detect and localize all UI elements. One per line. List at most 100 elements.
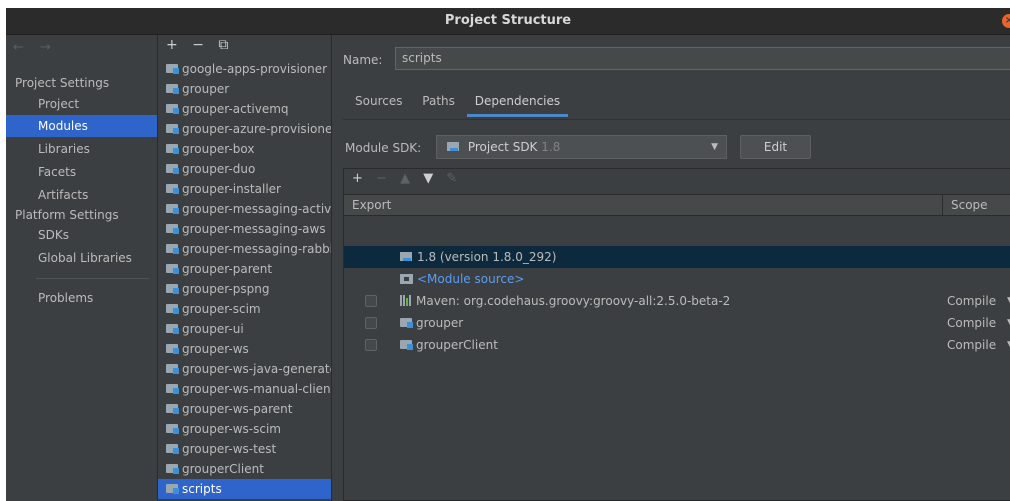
scope-dropdown[interactable]: Compile bbox=[947, 312, 996, 334]
module-folder-icon bbox=[166, 63, 180, 74]
module-item[interactable]: grouper-ws bbox=[158, 339, 331, 359]
modules-list: google-apps-provisioner grouper grouper-ac… bbox=[158, 59, 332, 499]
dependency-row-jdk[interactable]: 1.8 (version 1.8.0_292) bbox=[344, 246, 1010, 268]
module-item-label: grouper-ws-manual-client bbox=[182, 382, 332, 396]
module-item-label: grouper-messaging-rabbitmq bbox=[182, 242, 331, 256]
table-header: Export Scope bbox=[344, 194, 1010, 216]
column-header-export[interactable]: Export bbox=[352, 195, 391, 215]
module-folder-icon bbox=[166, 203, 180, 214]
nav-item-sdks[interactable]: SDKs bbox=[6, 224, 157, 246]
module-item[interactable]: grouper-ws-test bbox=[158, 439, 331, 459]
dependency-row-groovy[interactable]: Maven: org.codehaus.groovy:groovy-all:2.… bbox=[344, 290, 1010, 312]
jdk-folder-icon bbox=[400, 251, 414, 262]
module-item[interactable]: grouper-messaging-activemq bbox=[158, 199, 332, 219]
tab-paths[interactable]: Paths bbox=[414, 91, 463, 117]
module-item[interactable]: grouper-scim bbox=[158, 299, 331, 319]
module-item-label: grouper-ws-test bbox=[182, 442, 277, 456]
jdk-folder-icon bbox=[447, 141, 461, 152]
module-settings-panel: Name: scripts Sources Paths Dependencies… bbox=[333, 35, 1010, 501]
dependency-row-grouper[interactable]: grouper Compile ▼ bbox=[344, 312, 1010, 334]
move-up-icon[interactable]: ▲ bbox=[400, 171, 410, 186]
module-item[interactable]: grouper-installer bbox=[158, 179, 331, 199]
dependency-text: <Module source> bbox=[417, 272, 525, 286]
dependency-row-module-source[interactable]: <Module source> bbox=[344, 268, 1010, 290]
module-icon bbox=[400, 339, 414, 350]
remove-dependency-icon[interactable]: − bbox=[376, 171, 387, 186]
scope-dropdown[interactable]: Compile bbox=[947, 334, 996, 356]
module-item[interactable]: grouper-parent bbox=[158, 259, 331, 279]
nav-item-project[interactable]: Project bbox=[6, 93, 157, 115]
module-item-label: grouper-ws bbox=[182, 342, 249, 356]
add-dependency-icon[interactable]: + bbox=[352, 171, 363, 186]
module-item-label: grouper-ui bbox=[182, 322, 244, 336]
module-folder-icon bbox=[166, 383, 180, 394]
module-item[interactable]: grouper bbox=[158, 79, 331, 99]
module-item[interactable]: grouper-messaging-rabbitmq bbox=[158, 239, 331, 259]
tab-sources[interactable]: Sources bbox=[347, 91, 410, 117]
remove-module-icon[interactable]: − bbox=[192, 37, 204, 53]
nav-item-problems[interactable]: Problems bbox=[6, 287, 157, 309]
module-item-label: grouper-ws-java-generated bbox=[182, 362, 332, 376]
dependency-text: grouper bbox=[416, 316, 464, 330]
dependency-row-grouperclient[interactable]: grouperClient Compile ▼ bbox=[344, 334, 1010, 356]
nav-item-libraries[interactable]: Libraries bbox=[6, 138, 157, 160]
back-forward-arrows[interactable]: ← → bbox=[13, 40, 57, 55]
module-item[interactable]: grouper-ws-scim bbox=[158, 419, 331, 439]
nav-item-facets[interactable]: Facets bbox=[6, 161, 157, 183]
module-item[interactable]: grouper-ws-parent bbox=[158, 399, 331, 419]
module-item-label: grouper-duo bbox=[182, 162, 256, 176]
module-item[interactable]: grouperClient bbox=[158, 459, 331, 479]
module-item-label: grouper-messaging-aws bbox=[182, 222, 326, 236]
scope-dropdown[interactable]: Compile bbox=[947, 290, 996, 312]
module-item[interactable]: grouper-activemq bbox=[158, 99, 331, 119]
nav-item-global-libraries[interactable]: Global Libraries bbox=[6, 247, 157, 269]
export-checkbox[interactable] bbox=[365, 339, 377, 351]
name-label: Name: bbox=[343, 53, 383, 67]
copy-module-icon[interactable]: ⧉ bbox=[218, 37, 228, 53]
module-item-label: grouperClient bbox=[182, 462, 264, 476]
column-header-scope[interactable]: Scope bbox=[951, 195, 988, 215]
module-folder-icon bbox=[166, 343, 180, 354]
edit-sdk-button[interactable]: Edit bbox=[740, 135, 811, 159]
module-item-label: grouper-messaging-activemq bbox=[182, 202, 332, 216]
module-item[interactable]: grouper-ws-manual-client bbox=[158, 379, 332, 399]
module-item[interactable]: grouper-pspng bbox=[158, 279, 331, 299]
export-checkbox[interactable] bbox=[365, 295, 377, 307]
dependency-label: 1.8 (version 1.8.0_292) bbox=[400, 246, 556, 268]
module-item-label: google-apps-provisioner bbox=[182, 62, 328, 76]
module-item[interactable]: grouper-box bbox=[158, 139, 331, 159]
module-item-label: grouper-activemq bbox=[182, 102, 289, 116]
sdk-version: 1.8 bbox=[541, 140, 561, 154]
library-icon bbox=[400, 295, 413, 306]
tab-dependencies[interactable]: Dependencies bbox=[466, 91, 569, 117]
nav-header-project-settings: Project Settings bbox=[15, 76, 110, 90]
add-module-icon[interactable]: + bbox=[166, 37, 178, 53]
dialog-title: Project Structure bbox=[444, 13, 572, 28]
nav-item-artifacts[interactable]: Artifacts bbox=[6, 184, 157, 206]
module-item[interactable]: grouper-ws-java-generated bbox=[158, 359, 332, 379]
module-sdk-label: Module SDK: bbox=[345, 141, 422, 155]
module-tabs: Sources Paths Dependencies bbox=[347, 91, 569, 117]
project-structure-dialog: Project Structure × ← → Project Settings… bbox=[6, 8, 1010, 501]
edit-dependency-icon[interactable]: ✎ bbox=[446, 171, 457, 186]
module-item[interactable]: scripts bbox=[158, 479, 331, 499]
module-folder-icon bbox=[166, 103, 180, 114]
module-item-label: grouper-scim bbox=[182, 302, 261, 316]
nav-header-platform-settings: Platform Settings bbox=[15, 208, 119, 222]
source-folder-icon bbox=[400, 274, 413, 284]
module-folder-icon bbox=[166, 423, 180, 434]
module-name-field[interactable]: scripts bbox=[395, 47, 1010, 70]
module-item[interactable]: grouper-azure-provisioner bbox=[158, 119, 331, 139]
export-checkbox[interactable] bbox=[365, 317, 377, 329]
move-down-icon[interactable]: ▼ bbox=[423, 171, 433, 186]
module-sdk-dropdown[interactable]: Project SDK 1.8 ▼ bbox=[436, 135, 727, 159]
dependency-label: grouperClient bbox=[400, 334, 498, 356]
module-item[interactable]: grouper-duo bbox=[158, 159, 331, 179]
title-bar: Project Structure × bbox=[6, 8, 1010, 35]
module-item[interactable]: grouper-ui bbox=[158, 319, 331, 339]
module-item[interactable]: grouper-messaging-aws bbox=[158, 219, 331, 239]
nav-item-modules[interactable]: Modules bbox=[6, 115, 157, 137]
module-folder-icon bbox=[166, 483, 180, 494]
module-item[interactable]: google-apps-provisioner bbox=[158, 59, 331, 79]
close-icon[interactable]: × bbox=[1002, 14, 1010, 28]
